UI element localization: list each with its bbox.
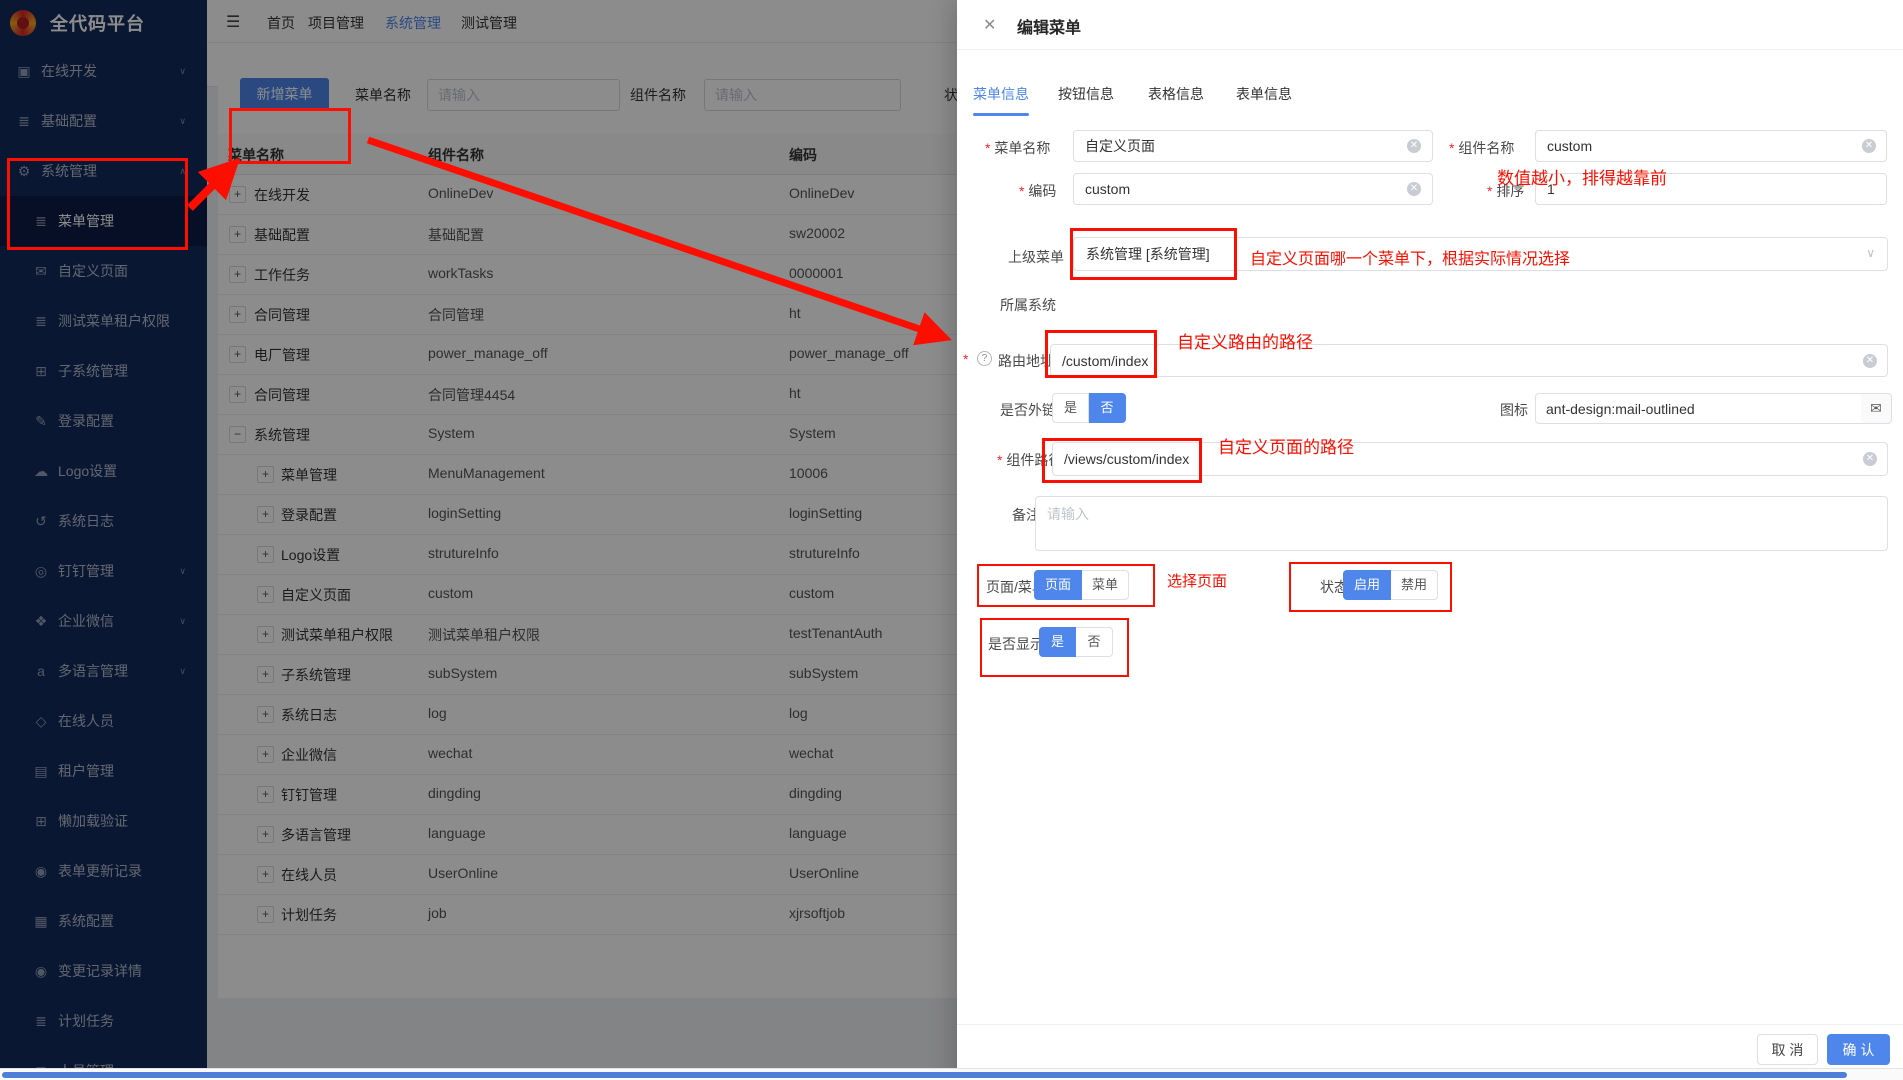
sort-label: 排序	[1487, 181, 1524, 201]
page-option[interactable]: 页面	[1034, 570, 1082, 600]
code-label: 编码	[1019, 181, 1056, 201]
cancel-button[interactable]: 取 消	[1757, 1034, 1818, 1065]
component-name-label: 组件名称	[1449, 138, 1514, 158]
chevron-down-icon: ∨	[1866, 246, 1875, 260]
clear-icon[interactable]: ✕	[1862, 139, 1876, 153]
horizontal-scrollbar-track[interactable]	[0, 1068, 1903, 1080]
clear-icon[interactable]: ✕	[1863, 452, 1877, 466]
code-input[interactable]	[1073, 173, 1433, 205]
drawer-title: 编辑菜单	[1017, 14, 1081, 38]
external-link-label: 是否外链	[1000, 400, 1056, 420]
clear-icon[interactable]: ✕	[1407, 139, 1421, 153]
parent-menu-select[interactable]: 系统管理 [系统管理] ∨	[1073, 237, 1888, 271]
status-toggle: 启用 禁用	[1343, 570, 1438, 600]
component-name-input[interactable]	[1535, 130, 1887, 162]
confirm-button[interactable]: 确 认	[1827, 1034, 1890, 1065]
tab-button-info[interactable]: 按钮信息	[1058, 84, 1114, 104]
mail-icon[interactable]: ✉	[1861, 393, 1892, 424]
clear-icon[interactable]: ✕	[1863, 354, 1877, 368]
external-link-toggle: 是 否	[1052, 393, 1126, 423]
menu-name-input[interactable]	[1073, 130, 1433, 162]
parent-menu-label: 上级菜单	[1008, 247, 1064, 267]
menu-option[interactable]: 菜单	[1082, 570, 1129, 600]
close-icon[interactable]: ✕	[983, 15, 996, 35]
help-icon: ?	[977, 351, 992, 366]
sort-input[interactable]	[1535, 173, 1887, 205]
external-yes-option[interactable]: 是	[1052, 393, 1089, 423]
page-menu-toggle: 页面 菜单	[1034, 570, 1129, 600]
remark-textarea[interactable]	[1035, 496, 1888, 551]
tab-menu-info[interactable]: 菜单信息	[973, 84, 1029, 104]
drawer-backdrop[interactable]	[0, 0, 957, 1080]
system-label: 所属系统	[1000, 295, 1056, 315]
enable-option[interactable]: 启用	[1343, 570, 1391, 600]
horizontal-scrollbar-thumb[interactable]	[2, 1072, 1847, 1078]
tab-form-info[interactable]: 表单信息	[1236, 84, 1292, 104]
required-asterisk: *	[963, 351, 968, 367]
disable-option[interactable]: 禁用	[1391, 570, 1438, 600]
tab-table-info[interactable]: 表格信息	[1148, 84, 1204, 104]
visible-toggle: 是 否	[1039, 627, 1113, 657]
visible-no-option[interactable]: 否	[1076, 627, 1113, 657]
visible-yes-option[interactable]: 是	[1039, 627, 1076, 657]
clear-icon[interactable]: ✕	[1407, 182, 1421, 196]
edit-menu-drawer: ✕ 编辑菜单 菜单信息 按钮信息 表格信息 表单信息 菜单名称 ✕ 组件名称 ✕…	[957, 0, 1903, 1080]
component-path-input[interactable]	[1052, 442, 1888, 476]
icon-field-label: 图标	[1500, 400, 1528, 420]
menu-name-label: 菜单名称	[985, 138, 1050, 158]
route-input[interactable]	[1050, 344, 1888, 377]
visible-label: 是否显示	[988, 634, 1044, 654]
drawer-header: ✕ 编辑菜单	[957, 0, 1903, 50]
icon-input[interactable]	[1535, 393, 1862, 424]
active-tab-indicator	[973, 113, 1029, 116]
external-no-option[interactable]: 否	[1089, 393, 1126, 423]
route-label: 路由地址	[998, 351, 1054, 371]
